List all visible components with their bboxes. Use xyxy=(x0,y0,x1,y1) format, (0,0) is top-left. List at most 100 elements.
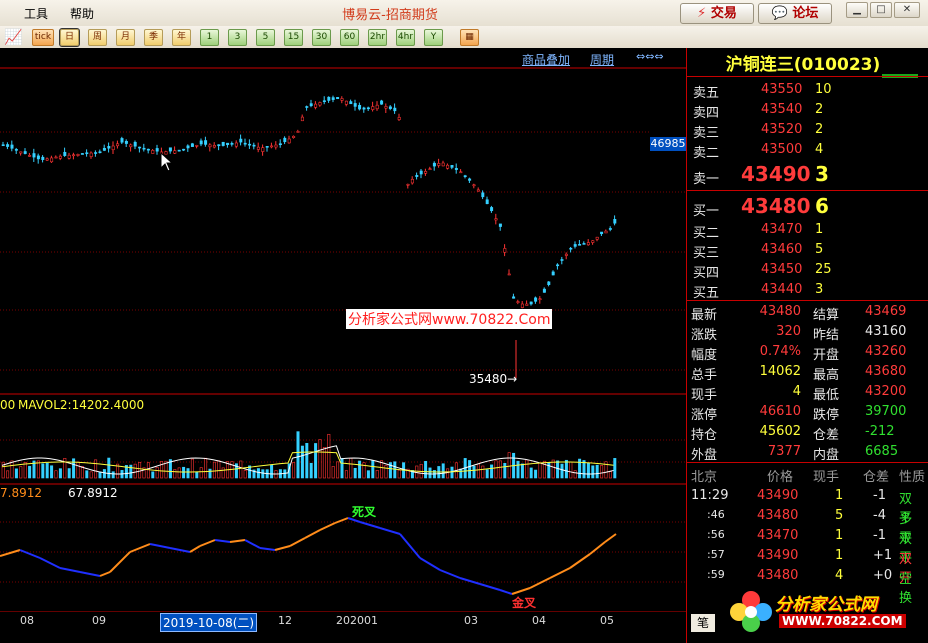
bid-volume: 6 xyxy=(815,194,829,218)
volume-bar xyxy=(107,457,111,479)
ask-price: 43520 xyxy=(761,122,803,137)
candle-body xyxy=(292,135,296,138)
period-15min-button[interactable]: 15 xyxy=(284,29,303,46)
candle-body xyxy=(1,144,5,147)
stat-value: 4 xyxy=(792,384,801,399)
ask-row[interactable]: 卖二 43500 4 xyxy=(687,140,919,161)
grid-icon[interactable]: ▦ xyxy=(460,29,479,46)
bid-row[interactable]: 买二 43470 1 xyxy=(687,220,919,241)
period-5min-button[interactable]: 5 xyxy=(256,29,275,46)
candle-body xyxy=(362,107,366,110)
volume-bar xyxy=(80,466,84,479)
tick-button[interactable]: tick xyxy=(32,29,54,46)
period-60min-button[interactable]: 60 xyxy=(340,29,359,46)
volume-bar xyxy=(50,465,54,479)
stat-row: 涨停 46610 跌停 39700 xyxy=(687,402,919,423)
volume-bar xyxy=(111,471,115,479)
tick-tab[interactable]: 笔 xyxy=(691,614,715,632)
stat-row: 持仓 45602 仓差 -212 xyxy=(687,422,919,443)
minimize-button[interactable]: ▁ xyxy=(846,2,868,18)
candle-body xyxy=(195,145,199,147)
indicator-segment xyxy=(229,539,246,543)
stat-label: 最新 xyxy=(691,308,718,323)
volume-bar xyxy=(10,460,14,479)
period-3min-button[interactable]: 3 xyxy=(228,29,247,46)
volume-bar xyxy=(129,464,133,479)
candle-body xyxy=(76,154,80,156)
stat-value: 6685 xyxy=(865,444,899,459)
bid-row[interactable]: 买一 43480 6 xyxy=(687,194,919,219)
tick-row: :46 43480 5 -4 多平 xyxy=(687,506,919,546)
ask-row[interactable]: 卖五 43550 10 xyxy=(687,80,919,101)
lightning-icon: ⚡ xyxy=(697,6,707,21)
indicator-segment xyxy=(419,557,441,571)
volume-bar xyxy=(547,462,551,479)
period-day-button[interactable]: 日 xyxy=(59,28,80,47)
candle-body xyxy=(613,219,617,224)
volume-bar xyxy=(468,460,472,479)
indicator-segment xyxy=(149,543,171,549)
candle-body xyxy=(248,143,252,146)
volume-bar xyxy=(318,439,322,479)
candle-body xyxy=(331,97,335,100)
volume-bar xyxy=(72,458,76,479)
volume-bar xyxy=(564,459,568,479)
candle-body xyxy=(261,147,265,152)
candle-body xyxy=(481,192,485,198)
maximize-button[interactable]: □ xyxy=(870,2,892,18)
indicator-segment xyxy=(304,529,321,539)
candle-body xyxy=(472,184,476,187)
stat-label: 结算 xyxy=(813,308,840,323)
candle-body xyxy=(204,140,208,145)
volume-bar xyxy=(305,443,309,479)
candle-body xyxy=(327,96,331,101)
candle-body xyxy=(564,253,568,256)
candle-body xyxy=(406,183,410,186)
period-year-button[interactable]: 年 xyxy=(172,29,191,46)
period-2hr-button[interactable]: 2hr xyxy=(368,29,387,46)
candle-body xyxy=(547,281,551,285)
tick-time: :57 xyxy=(707,548,725,561)
period-week-button[interactable]: 周 xyxy=(88,29,107,46)
period-30min-button[interactable]: 30 xyxy=(312,29,331,46)
candle-body xyxy=(177,149,181,152)
ask-row[interactable]: 卖三 43520 2 xyxy=(687,120,919,141)
indicator-segment xyxy=(379,527,401,535)
tick-header-cell: 北京 xyxy=(691,464,731,485)
period-quarter-button[interactable]: 季 xyxy=(144,29,163,46)
bid-row[interactable]: 买五 43440 3 xyxy=(687,280,919,301)
stat-value: 7377 xyxy=(767,444,801,459)
tick-price: 43480 xyxy=(757,508,799,523)
kline-chart[interactable] xyxy=(0,48,686,612)
period-y-button[interactable]: Y xyxy=(424,29,443,46)
flower-logo-icon xyxy=(730,591,772,632)
trade-button[interactable]: ⚡ 交易 xyxy=(680,3,754,24)
candle-body xyxy=(89,152,93,157)
forum-button[interactable]: 💬 论坛 xyxy=(758,3,832,24)
indicator-segment xyxy=(259,547,276,551)
tick-price: 43470 xyxy=(757,528,799,543)
candle-body xyxy=(107,146,111,149)
candle-body xyxy=(208,144,212,148)
ask-row[interactable]: 卖四 43540 2 xyxy=(687,100,919,121)
volume-bar xyxy=(173,469,177,479)
ask-row[interactable]: 卖一 43490 3 xyxy=(687,162,919,187)
candle-body xyxy=(190,143,194,147)
volume-bar xyxy=(393,461,397,479)
period-1min-button[interactable]: 1 xyxy=(200,29,219,46)
bid-row[interactable]: 买三 43460 5 xyxy=(687,240,919,261)
chart-type-icon[interactable]: 📈 xyxy=(4,28,23,46)
tick-header-cell: 性质 xyxy=(899,464,928,485)
period-month-button[interactable]: 月 xyxy=(116,29,135,46)
close-button[interactable]: ✕ xyxy=(894,2,920,18)
tick-diff: -4 xyxy=(873,508,886,523)
stat-label: 外盘 xyxy=(691,448,718,463)
volume-bar xyxy=(582,460,586,479)
period-4hr-button[interactable]: 4hr xyxy=(396,29,415,46)
bid-row[interactable]: 买四 43450 25 xyxy=(687,260,919,281)
indicator-segment xyxy=(459,577,481,585)
candle-body xyxy=(353,103,357,107)
volume-bar xyxy=(353,467,357,479)
volume-bar xyxy=(190,458,194,479)
candle-body xyxy=(300,116,304,122)
